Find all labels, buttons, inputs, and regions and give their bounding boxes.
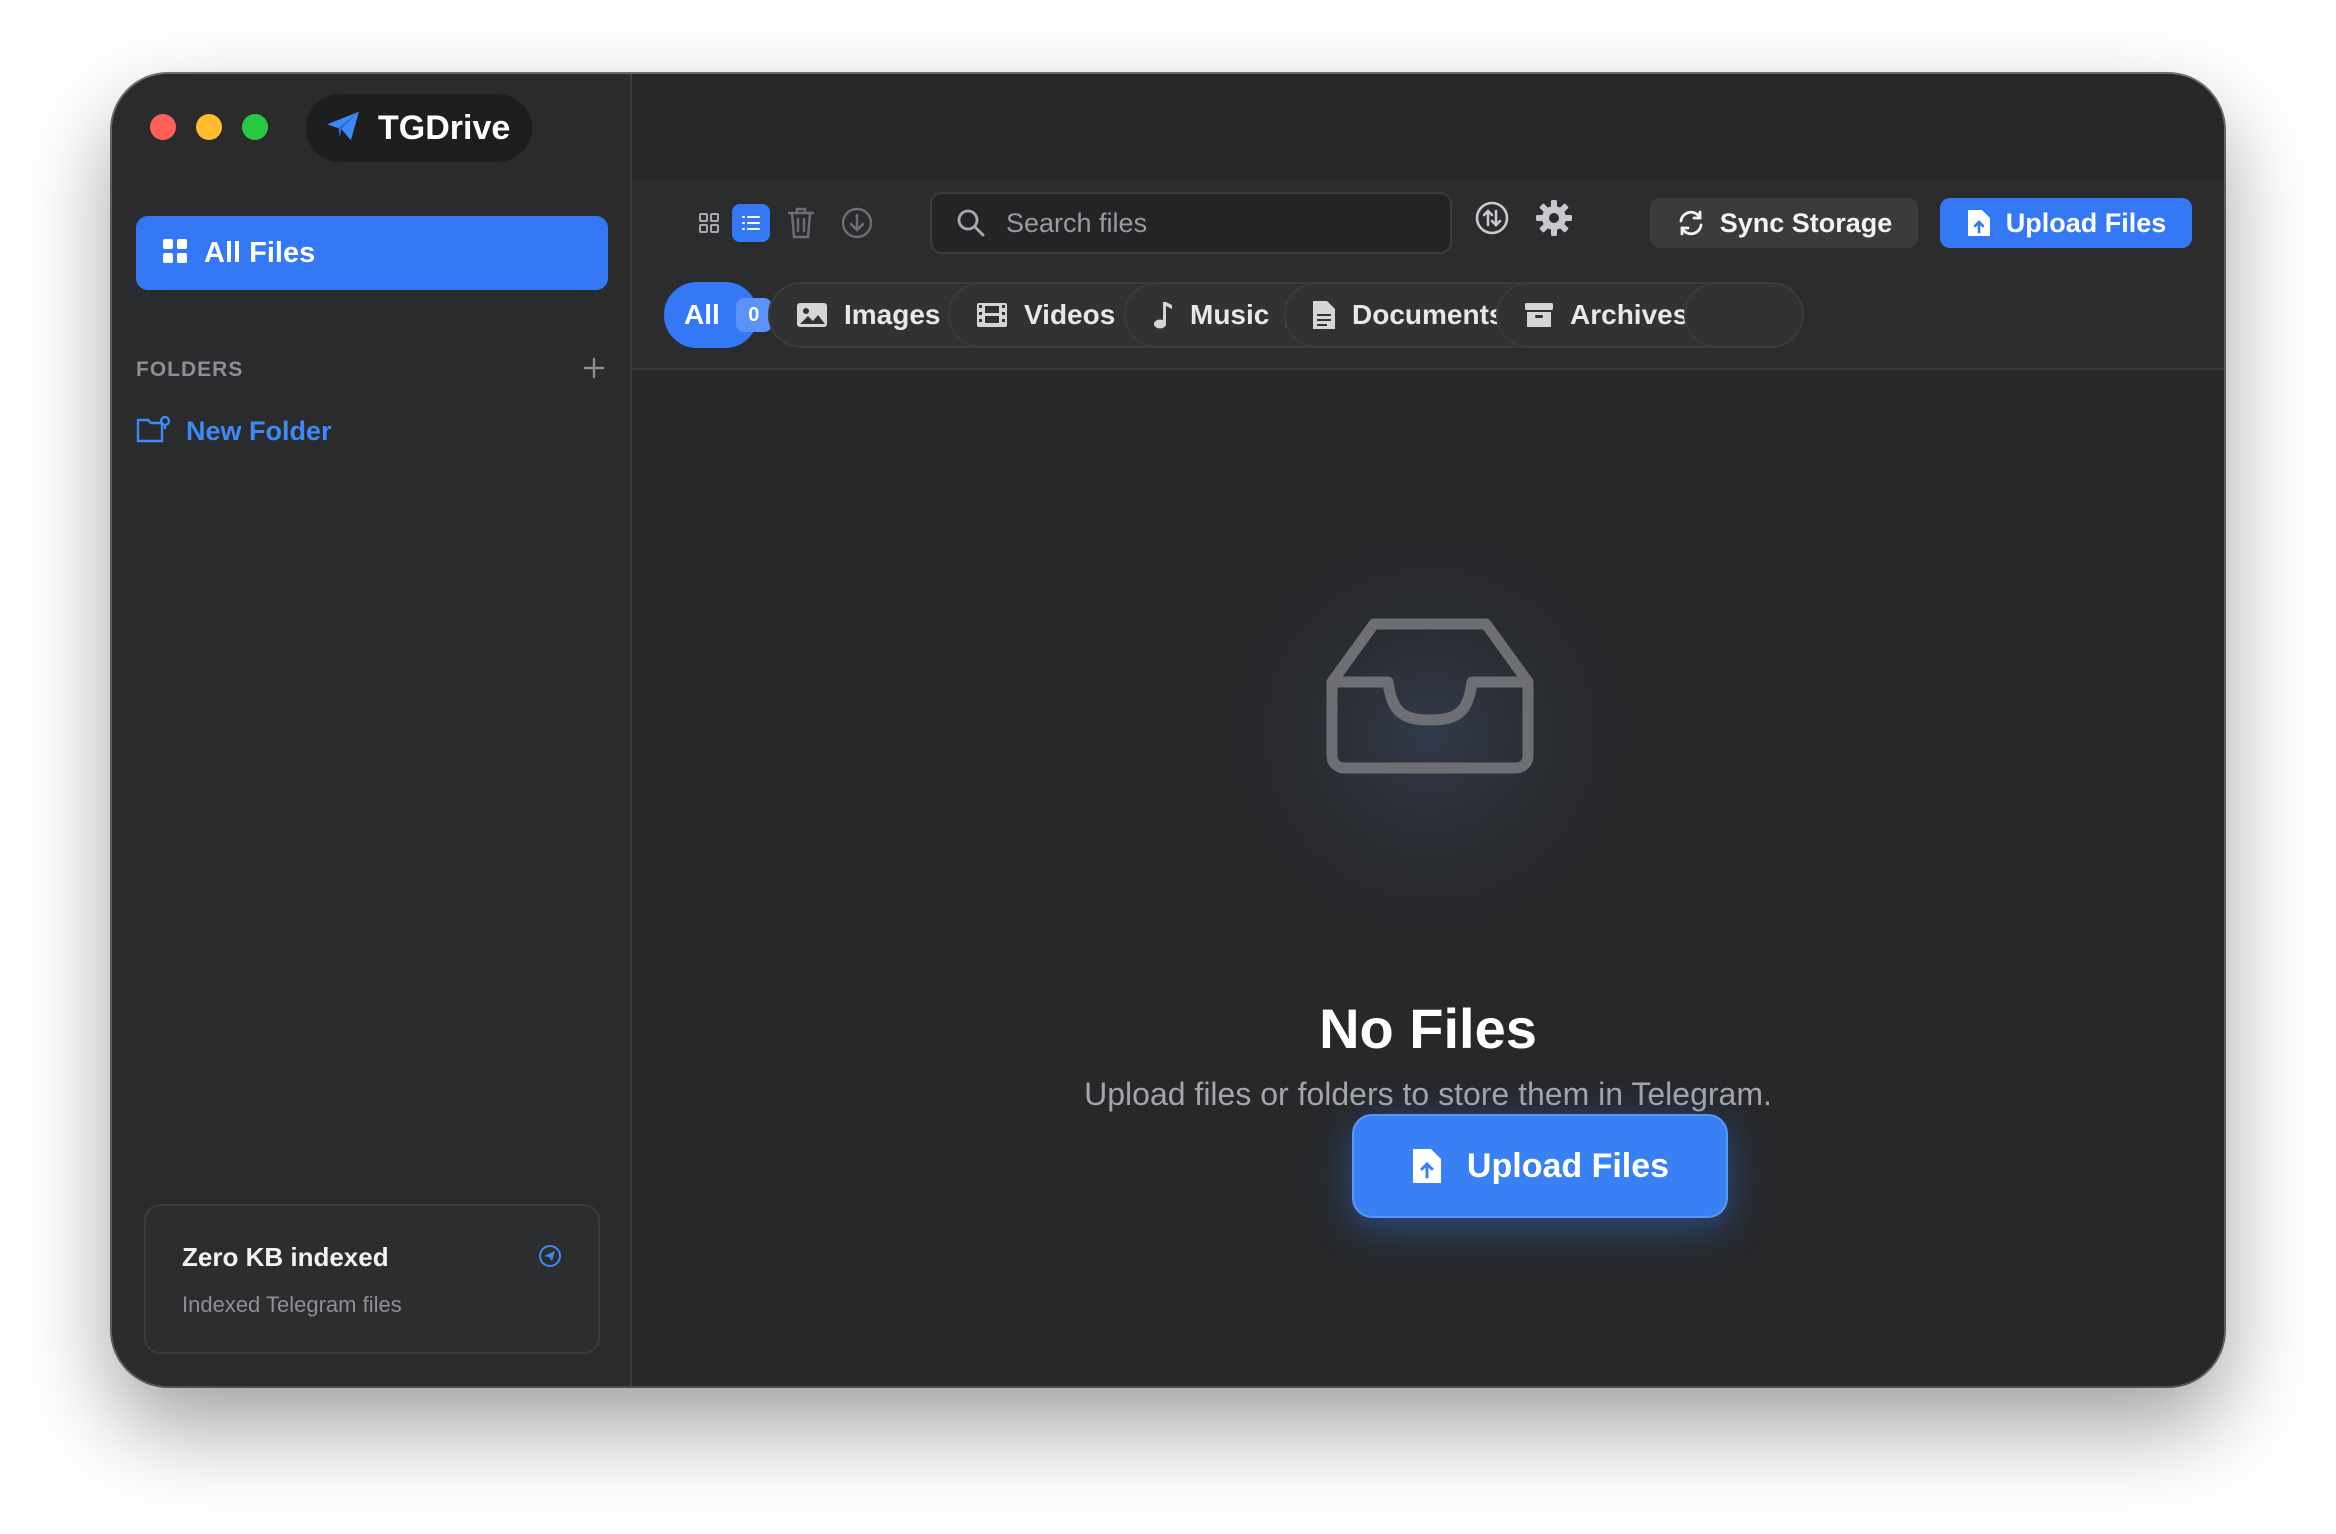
folders-section-header: FOLDERS [136,350,608,390]
settings-button[interactable] [1534,198,1574,243]
transfer-arrows-icon [1475,201,1509,235]
minimize-window-button[interactable] [196,114,222,140]
sync-icon [1679,210,1703,236]
list-view-button[interactable] [732,204,770,242]
archive-box-icon [1525,303,1553,327]
plus-icon [583,357,605,378]
filter-chip-label: Images [844,299,941,330]
sync-storage-label: Sync Storage [1719,207,1893,238]
paper-plane-icon [324,107,362,150]
music-note-icon [1154,302,1172,329]
zoom-window-button[interactable] [242,114,268,140]
trash-icon [787,207,815,239]
inbox-tray-icon [1322,616,1538,781]
main-area: Sync Storage Upload Files All 0 Images 0 [632,74,2224,1386]
folders-title: FOLDERS [136,358,244,381]
filter-chip-all[interactable]: All 0 [664,282,772,348]
filter-chip-count: 0 [735,298,772,332]
film-icon [977,303,1007,327]
sidebar-item-all-files[interactable]: All Files [136,216,608,290]
grid-icon [162,238,188,269]
gear-icon [1536,200,1572,236]
download-button[interactable] [840,206,874,245]
folder-plus-icon [136,414,172,449]
toolbar: Sync Storage Upload Files All 0 Images 0 [632,180,2224,370]
view-mode-toggle [690,204,770,242]
delete-button[interactable] [786,206,816,245]
transfer-button[interactable] [1474,200,1510,241]
app-brand: TGDrive [306,94,533,162]
search-input[interactable] [1004,206,1428,240]
app-title: TGDrive [378,108,511,147]
filter-chips: All 0 Images 0 Videos 0 Music 0 [664,282,2224,350]
empty-upload-files-button[interactable]: Upload Files [1352,1114,1728,1218]
file-upload-icon [1967,210,1990,236]
add-folder-button[interactable] [582,356,608,385]
search-icon [957,209,985,237]
app-window: TGDrive All Files FOLDERS New Folder Zer… [112,74,2224,1386]
empty-upload-label: Upload Files [1466,1146,1670,1185]
filter-chip-label: Music [1190,299,1270,330]
upload-files-button[interactable]: Upload Files [1940,198,2192,248]
search-bar [930,192,1452,254]
index-status-card: Zero KB indexed Indexed Telegram files [144,1204,600,1354]
document-icon [1313,301,1335,329]
file-upload-icon [1412,1149,1441,1183]
sidebar: TGDrive All Files FOLDERS New Folder Zer… [112,74,632,1386]
new-folder-label: New Folder [186,415,332,446]
upload-files-label: Upload Files [2005,207,2167,238]
list-icon [742,216,760,230]
empty-state-title: No Files [1319,997,1537,1060]
close-window-button[interactable] [150,114,176,140]
filter-chip-label: Videos [1024,299,1116,330]
title-bar [632,74,2224,180]
filter-chip-label: Documents [1352,299,1505,330]
filter-chip-more[interactable] [1684,282,1804,348]
download-circle-icon [841,207,873,239]
index-subtitle: Indexed Telegram files [182,1292,402,1317]
file-list-area: No Files Upload files or folders to stor… [632,370,2224,1386]
empty-state-subtitle: Upload files or folders to store them in… [1084,1076,1772,1112]
new-folder-button[interactable]: New Folder [136,408,332,454]
index-size: Zero KB indexed [182,1242,389,1272]
filter-chip-label: Archives [1570,299,1689,330]
telegram-icon [538,1244,562,1273]
sidebar-item-label: All Files [204,236,316,269]
image-icon [797,303,827,327]
grid-view-button[interactable] [690,204,728,242]
grid-icon [699,213,719,233]
filter-chip-label: All [684,299,720,330]
sync-storage-button[interactable]: Sync Storage [1650,198,1918,248]
